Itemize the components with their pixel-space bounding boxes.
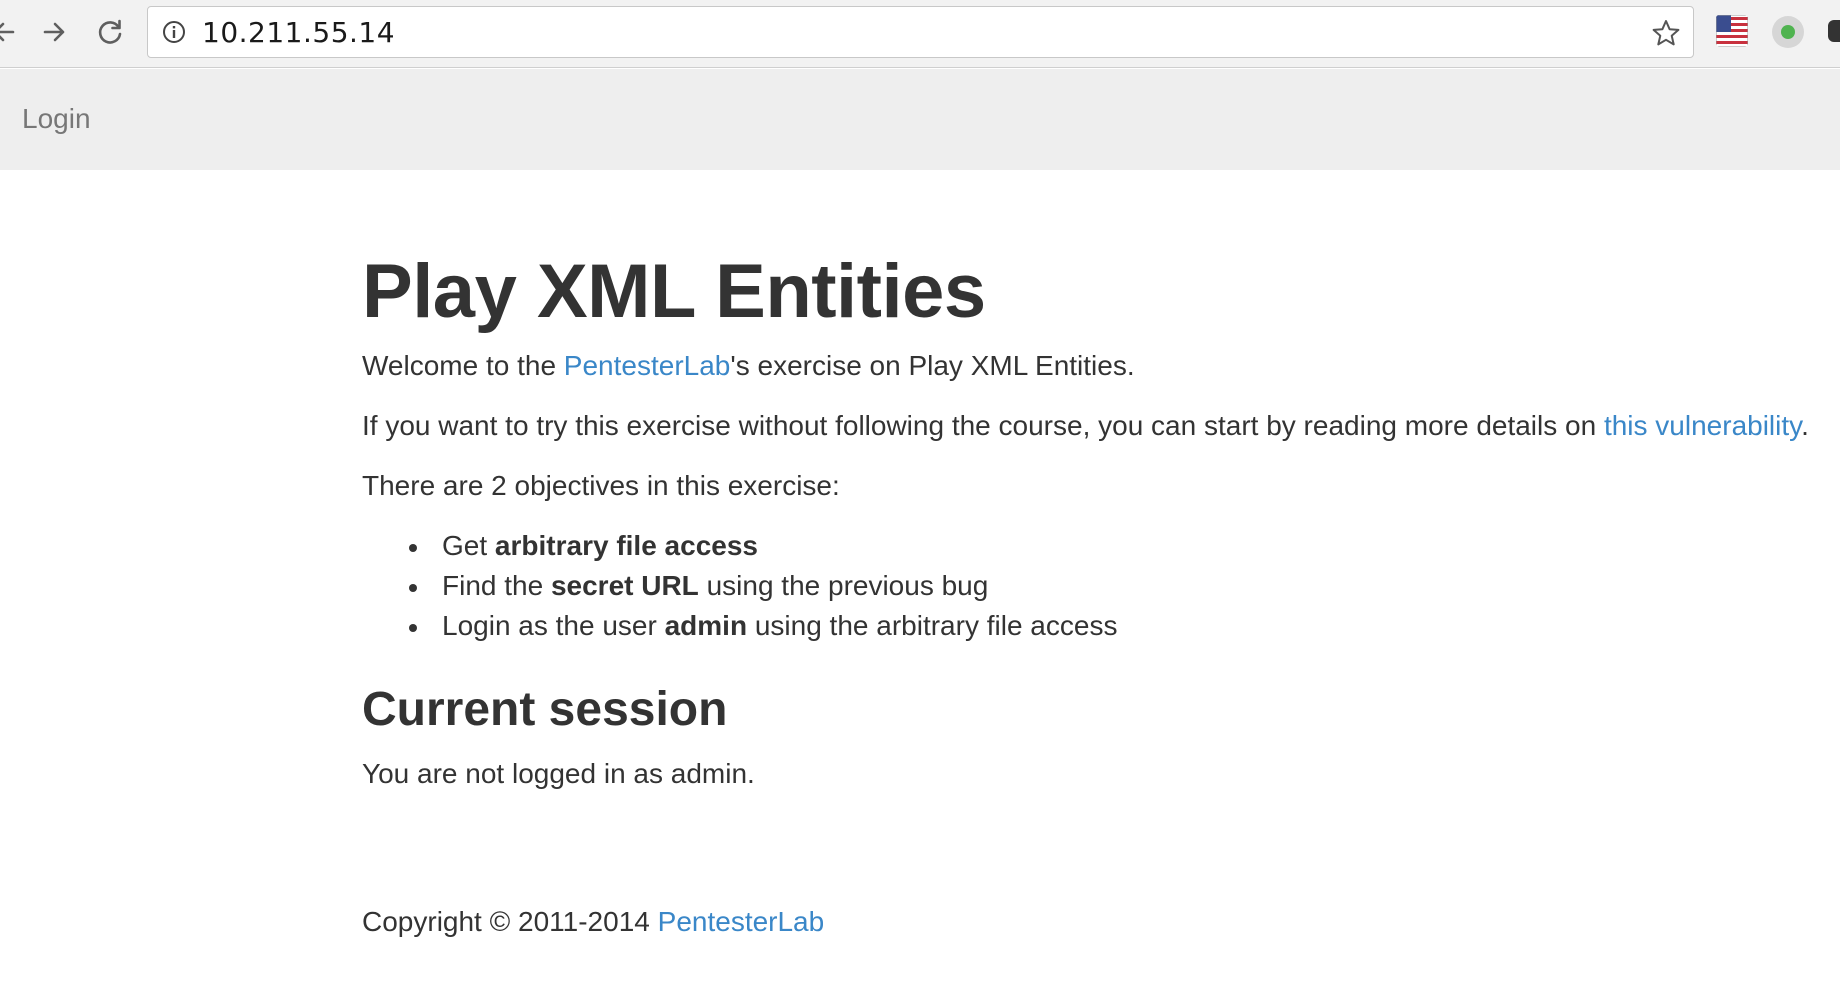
session-heading: Current session	[362, 683, 728, 736]
objective-text: using the previous bug	[698, 570, 989, 601]
bullet-icon	[409, 584, 417, 592]
list-item: Get arbitrary file access	[409, 526, 1840, 566]
objectives-list: Get arbitrary file access Find the secre…	[409, 526, 1840, 646]
page-title: Play XML Entities	[362, 249, 986, 334]
objectives-intro: There are 2 objectives in this exercise:	[362, 470, 840, 501]
session-status: You are not logged in as admin.	[362, 758, 755, 789]
objective-bold: arbitrary file access	[494, 530, 758, 561]
intro-prefix: If you want to try this exercise without…	[362, 410, 1604, 441]
copyright-text: Copyright © 2011-2014	[362, 906, 658, 937]
browser-toolbar: 10.211.55.14	[0, 0, 1840, 68]
back-button[interactable]	[0, 10, 26, 54]
list-item: Login as the user admin using the arbitr…	[409, 606, 1840, 646]
welcome-text: Welcome to the PentesterLab's exercise o…	[362, 346, 1840, 386]
star-icon[interactable]	[1651, 18, 1681, 48]
footer-copyright: Copyright © 2011-2014 PentesterLab	[362, 902, 1840, 942]
list-item: Find the secret URL using the previous b…	[409, 566, 1840, 606]
address-bar[interactable]: 10.211.55.14	[147, 6, 1694, 58]
objective-text: using the arbitrary file access	[747, 610, 1118, 641]
bullet-icon	[409, 544, 417, 552]
forward-button[interactable]	[32, 10, 76, 54]
forward-arrow-icon	[43, 22, 65, 42]
info-icon[interactable]	[162, 20, 186, 44]
pentesterlab-link[interactable]: PentesterLab	[564, 350, 731, 381]
login-link[interactable]: Login	[22, 103, 91, 135]
site-navbar: Login	[0, 69, 1840, 170]
objective-bold: secret URL	[550, 570, 699, 601]
reload-button[interactable]	[88, 10, 132, 54]
main-content: Play XML Entities Welcome to the Pentest…	[362, 170, 1840, 942]
welcome-prefix: Welcome to the	[362, 350, 564, 381]
objective-bold: admin	[664, 610, 748, 641]
bullet-icon	[409, 624, 417, 632]
objective-text: Find the	[442, 570, 551, 601]
status-dot	[1781, 25, 1795, 39]
intro-suffix: .	[1801, 410, 1809, 441]
address-text[interactable]: 10.211.55.14	[202, 19, 395, 47]
footer-pentesterlab-link[interactable]: PentesterLab	[658, 906, 825, 937]
vulnerability-link[interactable]: this vulnerability	[1604, 410, 1801, 441]
objective-text: Get	[442, 530, 495, 561]
back-arrow-icon	[0, 22, 15, 42]
reload-icon	[98, 19, 122, 44]
us-flag-icon[interactable]	[1716, 15, 1748, 47]
extension-icon[interactable]	[1828, 20, 1840, 42]
welcome-suffix: 's exercise on Play XML Entities.	[730, 350, 1135, 381]
intro-text: If you want to try this exercise without…	[362, 406, 1840, 446]
objective-text: Login as the user	[442, 610, 665, 641]
green-dot-extension-icon[interactable]	[1772, 16, 1804, 48]
